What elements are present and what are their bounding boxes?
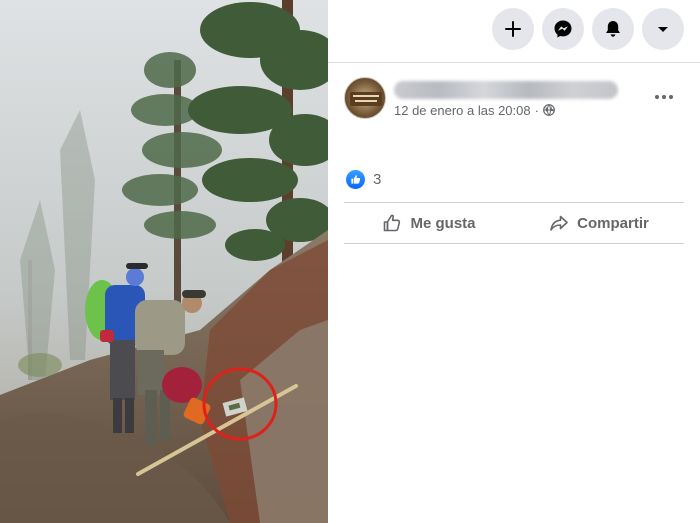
reactions-divider — [344, 202, 684, 203]
share-arrow-icon — [550, 215, 568, 231]
plus-icon — [505, 21, 521, 37]
post-meta: 12 de enero a las 20:08 · — [394, 79, 618, 118]
post-actions: Me gusta Compartir — [344, 204, 684, 242]
thumbs-up-icon — [384, 214, 401, 232]
reactions-summary[interactable]: 3 — [346, 170, 381, 189]
avatar[interactable] — [344, 77, 386, 119]
hikers-trail-photo — [0, 0, 328, 523]
post-options-button[interactable] — [652, 87, 676, 107]
like-button[interactable]: Me gusta — [344, 204, 514, 242]
account-menu-button[interactable] — [642, 8, 684, 50]
account-menu-caret-icon — [658, 27, 668, 32]
globe-icon[interactable] — [543, 104, 555, 116]
post-header: 12 de enero a las 20:08 · — [344, 77, 618, 119]
post-timestamp[interactable]: 12 de enero a las 20:08 — [394, 103, 531, 118]
notifications-bell-icon — [606, 21, 620, 37]
post-photo[interactable] — [0, 0, 328, 523]
topbar-divider — [328, 62, 700, 63]
author-name-blurred[interactable] — [394, 80, 618, 99]
timestamp-row: 12 de enero a las 20:08 · — [394, 103, 618, 118]
more-options-icon — [655, 95, 673, 99]
reaction-count[interactable]: 3 — [373, 171, 381, 188]
notifications-button[interactable] — [592, 8, 634, 50]
like-reaction-icon — [346, 170, 365, 189]
messenger-button[interactable] — [542, 8, 584, 50]
like-button-label: Me gusta — [410, 214, 476, 232]
post-detail-panel: 12 de enero a las 20:08 · 3 Me gusta Com… — [328, 0, 700, 523]
actions-divider — [344, 243, 684, 244]
create-button[interactable] — [492, 8, 534, 50]
share-button-label: Compartir — [577, 214, 649, 232]
avatar-sign-graphic — [350, 92, 382, 106]
meta-separator: · — [534, 102, 539, 118]
top-navigation — [492, 8, 684, 50]
messenger-icon — [554, 20, 572, 38]
share-button[interactable]: Compartir — [514, 204, 684, 242]
